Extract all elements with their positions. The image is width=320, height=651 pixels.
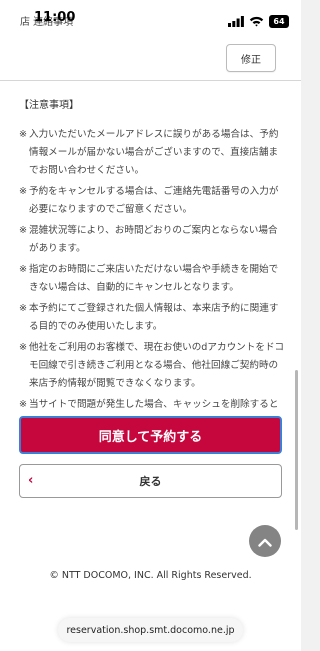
- cellular-signal-icon: [228, 12, 244, 31]
- notice-mark: ※: [19, 225, 28, 236]
- notice-mark: ※: [19, 129, 28, 140]
- scroll-to-top-button[interactable]: [249, 525, 281, 557]
- notice-item: ※ 予約をキャンセルする場合は、ご連絡先電話番号の入力が必要になりますのでご留意く…: [19, 183, 287, 219]
- notice-item: ※ 混雑状況等により、お時間どおりのご案内とならない場合があります。: [19, 222, 287, 258]
- notice-text: 予約をキャンセルする場合は、ご連絡先電話番号の入力が必要になりますのでご留意くだ…: [29, 186, 279, 215]
- back-button-label: 戻る: [139, 475, 162, 488]
- notice-text: 指定のお時間にご来店いただけない場合や手続きを開始できない場合は、自動的にキャン…: [29, 264, 279, 293]
- copyright: © NTT DOCOMO, INC. All Rights Reserved.: [49, 570, 252, 581]
- status-icons: 64: [228, 12, 289, 31]
- divider: [0, 80, 301, 81]
- agree-and-reserve-button[interactable]: 同意して予約する: [19, 416, 282, 454]
- notice-item: ※ 入力いただいたメールアドレスに誤りがある場合は、予約情報メールが届かない場合が…: [19, 126, 287, 180]
- notice-item: ※ 他社をご利用のお客様で、現在お使いのdアカウントをドコモ回線で引き続きご利用と…: [19, 339, 287, 393]
- status-time: 11:00: [34, 10, 76, 25]
- notice-mark: ※: [19, 342, 28, 353]
- edit-button[interactable]: 修正: [226, 44, 276, 72]
- chevron-up-icon: [258, 532, 272, 551]
- notice-list: ※ 入力いただいたメールアドレスに誤りがある場合は、予約情報メールが届かない場合が…: [19, 126, 287, 435]
- notice-mark: ※: [19, 399, 28, 410]
- notice-item: ※ 本予約にてご登録された個人情報は、本来店予約に関連する目的でのみ使用いたします…: [19, 300, 287, 336]
- notice-title: 【注意事項】: [19, 100, 79, 111]
- battery-icon: 64: [269, 15, 289, 28]
- chevron-left-icon: ‹: [28, 473, 34, 488]
- page-content: 修正 【注意事項】 ※ 入力いただいたメールアドレスに誤りがある場合は、予約情報メ…: [0, 40, 301, 651]
- wifi-icon: [249, 12, 264, 31]
- status-bar: 店 連絡事項 11:00 64: [0, 0, 301, 40]
- notice-text: 入力いただいたメールアドレスに誤りがある場合は、予約情報メールが届かない場合がご…: [29, 129, 279, 176]
- back-button[interactable]: ‹ 戻る: [19, 464, 282, 498]
- scrollbar[interactable]: [295, 370, 298, 530]
- notice-item: ※ 指定のお時間にご来店いただけない場合や手続きを開始できない場合は、自動的にキャ…: [19, 261, 287, 297]
- notice-mark: ※: [19, 186, 28, 197]
- browser-url-bar[interactable]: reservation.shop.smt.docomo.ne.jp: [58, 618, 243, 642]
- notice-text: 混雑状況等により、お時間どおりのご案内とならない場合があります。: [29, 225, 278, 254]
- notice-mark: ※: [19, 264, 28, 275]
- notice-text: 他社をご利用のお客様で、現在お使いのdアカウントをドコモ回線で引き続きご利用とな…: [29, 342, 285, 389]
- notice-mark: ※: [19, 303, 28, 314]
- notice-text: 本予約にてご登録された個人情報は、本来店予約に関連する目的でのみ使用いたします。: [29, 303, 279, 332]
